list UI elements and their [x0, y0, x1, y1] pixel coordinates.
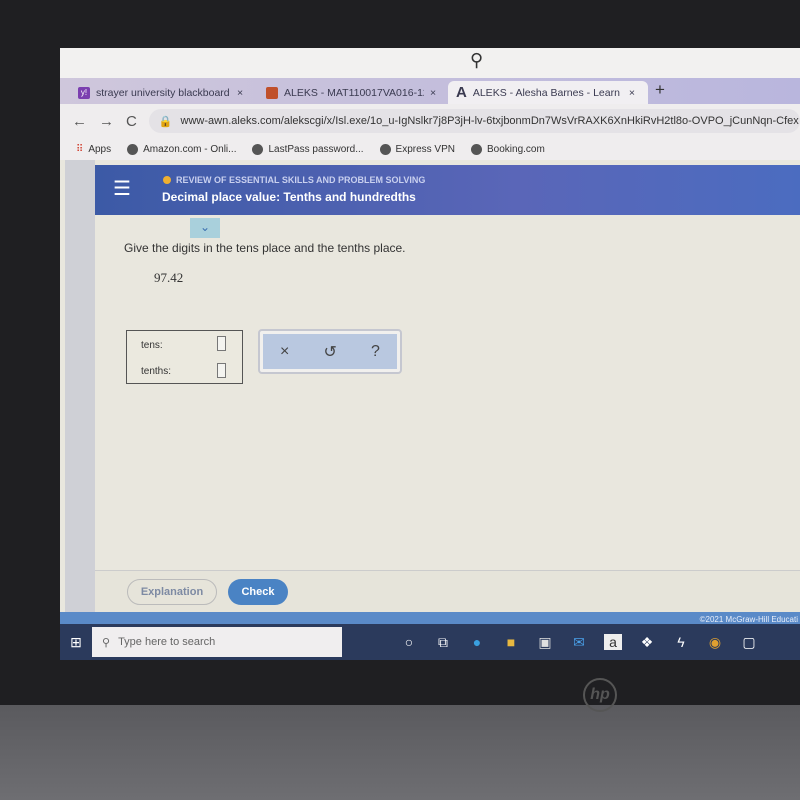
close-icon[interactable]: × — [237, 87, 243, 99]
reload-icon[interactable]: C — [126, 113, 137, 130]
answer-tools: × ↺ ? — [258, 329, 402, 374]
globe-icon — [471, 143, 482, 155]
tab-aleks-course[interactable]: ALEKS - MAT110017VA016-1216 × — [258, 81, 446, 104]
status-dot-icon — [163, 176, 171, 184]
globe-icon — [252, 143, 264, 155]
action-bar: Explanation Check — [95, 570, 800, 612]
aleks-course-icon — [266, 86, 278, 99]
page-margin — [65, 160, 95, 630]
tenths-input[interactable] — [217, 363, 226, 378]
problem-number: 97.42 — [154, 270, 184, 285]
title-bar: ⚲ — [60, 48, 800, 78]
tens-label: tens: — [141, 340, 163, 351]
answer-box: tens: tenths: — [126, 330, 243, 384]
lock-icon: 🔒 — [158, 115, 173, 128]
bookmark-lastpass[interactable]: LastPass password... — [252, 143, 364, 155]
tenths-label: tenths: — [141, 366, 172, 377]
clear-button[interactable]: × — [280, 343, 289, 361]
menu-icon[interactable]: ☰ — [113, 179, 131, 199]
windows-start-icon[interactable]: ⊞ — [60, 634, 92, 651]
tab-strip: y! strayer university blackboard log × A… — [60, 78, 800, 104]
search-icon: ⚲ — [102, 636, 111, 649]
undo-button[interactable]: ↺ — [324, 342, 337, 362]
apps-grid-icon: ⠿ — [76, 143, 84, 155]
back-icon[interactable]: ← — [72, 113, 87, 130]
notification-icon[interactable]: ▢ — [732, 634, 766, 651]
question-text: Give the digits in the tens place and th… — [124, 241, 406, 255]
app-icon[interactable]: ϟ — [664, 634, 698, 650]
search-icon[interactable]: ⚲ — [470, 50, 483, 71]
bookmark-expressvpn[interactable]: Express VPN — [379, 143, 455, 155]
store-icon[interactable]: ▣ — [528, 634, 562, 651]
check-button[interactable]: Check — [228, 579, 288, 605]
taskbar-search[interactable]: ⚲ Type here to search — [92, 627, 342, 657]
new-tab-button[interactable]: + — [655, 80, 665, 100]
tab-blackboard[interactable]: y! strayer university blackboard log × — [70, 81, 256, 104]
edge-icon[interactable]: ● — [460, 634, 494, 650]
aleks-a-icon: A — [456, 84, 467, 101]
yahoo-icon: y! — [78, 86, 90, 99]
task-view-icon[interactable]: ⧉ — [426, 634, 460, 651]
amazon-icon[interactable]: a — [604, 634, 622, 650]
file-explorer-icon[interactable]: ■ — [494, 634, 528, 650]
taskbar: ⊞ ⚲ Type here to search ○ ⧉ ● ■ ▣ ✉ a ❖ ϟ… — [60, 624, 800, 660]
tab-aleks-learn[interactable]: A ALEKS - Alesha Barnes - Learn × — [448, 81, 648, 104]
close-icon[interactable]: × — [629, 87, 635, 99]
globe-icon — [379, 143, 391, 155]
mail-icon[interactable]: ✉ — [562, 634, 596, 651]
section-title: REVIEW OF ESSENTIAL SKILLS AND PROBLEM S… — [176, 175, 426, 185]
bookmark-amazon[interactable]: Amazon.com - Onli... — [127, 143, 236, 155]
globe-icon — [127, 143, 139, 155]
explanation-button[interactable]: Explanation — [127, 579, 217, 605]
url-field[interactable]: 🔒 www-awn.aleks.com/alekscgi/x/Isl.exe/1o… — [148, 109, 800, 133]
cortana-icon[interactable]: ○ — [392, 634, 426, 650]
chrome-icon[interactable]: ◉ — [698, 634, 732, 651]
dropbox-icon[interactable]: ❖ — [630, 634, 664, 651]
laptop-body — [0, 705, 800, 800]
forward-icon[interactable]: → — [99, 113, 114, 130]
chevron-down-icon[interactable]: ⌄ — [190, 218, 220, 238]
aleks-header: ☰ REVIEW OF ESSENTIAL SKILLS AND PROBLEM… — [95, 165, 800, 215]
hp-logo: hp — [583, 678, 617, 712]
page-title: Decimal place value: Tenths and hundredt… — [162, 190, 416, 204]
address-bar: ← → C 🔒 www-awn.aleks.com/alekscgi/x/Isl.… — [60, 104, 800, 138]
bookmark-booking[interactable]: Booking.com — [471, 143, 545, 155]
screen: ⚲ y! strayer university blackboard log ×… — [60, 48, 800, 660]
help-button[interactable]: ? — [371, 343, 380, 361]
tens-input[interactable] — [217, 336, 226, 351]
bookmark-apps[interactable]: ⠿ Apps — [76, 144, 111, 155]
close-icon[interactable]: × — [430, 87, 436, 99]
bookmarks-bar: ⠿ Apps Amazon.com - Onli... LastPass pass… — [60, 138, 800, 160]
